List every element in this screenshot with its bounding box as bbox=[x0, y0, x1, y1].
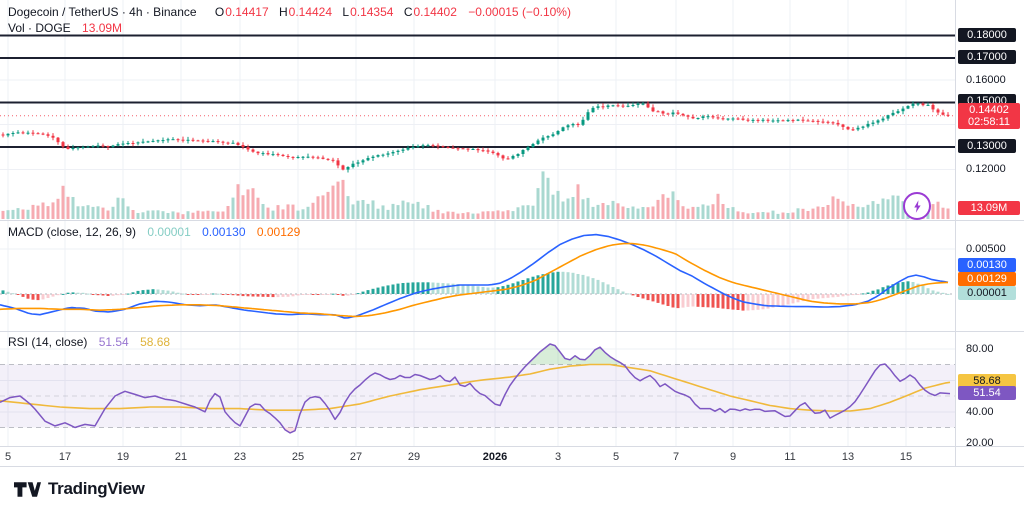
price-level-badge: 0.17000 bbox=[958, 50, 1016, 64]
time-axis-label: 23 bbox=[234, 451, 246, 463]
time-axis-label: 13 bbox=[842, 451, 854, 463]
change-value: −0.00015 (−0.10%) bbox=[468, 5, 571, 19]
last-price-badge: 0.1440202:58:11 bbox=[958, 103, 1020, 129]
footer: TradingView bbox=[14, 477, 145, 501]
time-axis-label: 7 bbox=[673, 451, 679, 463]
bar-countdown: 02:58:11 bbox=[958, 116, 1020, 128]
price-level-badge: 0.13000 bbox=[958, 139, 1016, 153]
rsi-value: 51.54 bbox=[99, 335, 129, 349]
price-axis-label: 0.12000 bbox=[966, 162, 1006, 176]
time-axis-label: 5 bbox=[613, 451, 619, 463]
low-label: L bbox=[342, 5, 349, 19]
volume-label[interactable]: Vol · DOGE bbox=[8, 21, 71, 35]
time-axis-label: 3 bbox=[555, 451, 561, 463]
macd-line-value: 0.00130 bbox=[202, 225, 245, 239]
low-value: 0.14354 bbox=[350, 5, 393, 19]
open-label: O bbox=[215, 5, 224, 19]
macd-axis-badge: 0.00129 bbox=[958, 272, 1016, 286]
time-axis-label: 9 bbox=[730, 451, 736, 463]
time-axis-label: 21 bbox=[175, 451, 187, 463]
brand-name[interactable]: TradingView bbox=[48, 479, 145, 499]
macd-title[interactable]: MACD (close, 12, 26, 9) bbox=[8, 225, 136, 239]
rsi-axis-label: 40.00 bbox=[966, 405, 994, 419]
time-axis-label: 17 bbox=[59, 451, 71, 463]
rsi-axis-label: 20.00 bbox=[966, 436, 994, 450]
time-axis[interactable]: 5 17 19 21 23 25 27 29 2026 3 5 7 9 11 13 15 bbox=[0, 446, 955, 470]
time-axis-label: 15 bbox=[900, 451, 912, 463]
macd-axis-badge: 0.00130 bbox=[958, 258, 1016, 272]
lightning-button[interactable] bbox=[903, 192, 931, 220]
lightning-icon bbox=[910, 199, 925, 214]
time-axis-label: 29 bbox=[408, 451, 420, 463]
rsi-ma-value: 58.68 bbox=[140, 335, 170, 349]
rsi-axis-badge: 51.54 bbox=[958, 386, 1016, 400]
time-axis-label: 11 bbox=[784, 451, 795, 463]
volume-legend-row: Vol · DOGE 13.09M bbox=[8, 20, 571, 36]
time-axis-label: 2026 bbox=[483, 451, 507, 463]
close-label: C bbox=[404, 5, 413, 19]
time-axis-label: 19 bbox=[117, 451, 129, 463]
rsi-axis-label: 80.00 bbox=[966, 342, 994, 356]
open-value: 0.14417 bbox=[225, 5, 268, 19]
volume-badge: 13.09M bbox=[958, 201, 1020, 215]
main-legend: Dogecoin / TetherUS · 4h · Binance O0.14… bbox=[8, 4, 571, 36]
tradingview-chart-widget: Dogecoin / TetherUS · 4h · Binance O0.14… bbox=[0, 0, 1024, 508]
volume-value: 13.09M bbox=[82, 21, 122, 35]
last-price-value: 0.14402 bbox=[958, 104, 1020, 116]
macd-signal-value: 0.00129 bbox=[257, 225, 300, 239]
macd-axis-badge: 0.00001 bbox=[958, 286, 1016, 300]
rsi-title[interactable]: RSI (14, close) bbox=[8, 335, 87, 349]
price-level-badge: 0.18000 bbox=[958, 28, 1016, 42]
macd-hist-value: 0.00001 bbox=[147, 225, 190, 239]
tradingview-logo-icon[interactable] bbox=[14, 481, 41, 498]
high-value: 0.14424 bbox=[289, 5, 332, 19]
macd-axis-label: 0.00500 bbox=[966, 242, 1006, 256]
time-axis-label: 27 bbox=[350, 451, 362, 463]
price-axis[interactable]: 0.180000.170000.150000.130000.160000.120… bbox=[956, 0, 1024, 470]
close-value: 0.14402 bbox=[413, 5, 456, 19]
time-axis-label: 25 bbox=[292, 451, 304, 463]
macd-legend: MACD (close, 12, 26, 9) 0.00001 0.00130 … bbox=[8, 224, 300, 240]
symbol-title[interactable]: Dogecoin / TetherUS · 4h · Binance bbox=[8, 5, 197, 19]
time-axis-label: 5 bbox=[5, 451, 11, 463]
price-axis-label: 0.16000 bbox=[966, 73, 1006, 87]
high-label: H bbox=[279, 5, 288, 19]
rsi-legend: RSI (14, close) 51.54 58.68 bbox=[8, 334, 170, 350]
symbol-legend-row: Dogecoin / TetherUS · 4h · Binance O0.14… bbox=[8, 4, 571, 20]
